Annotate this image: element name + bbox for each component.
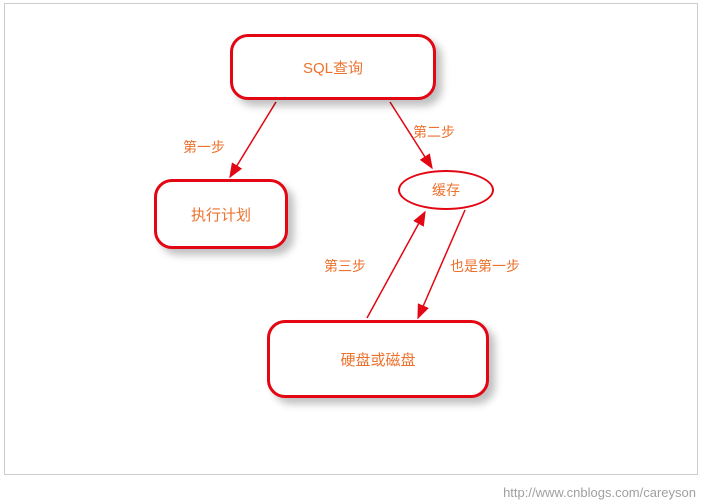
node-cache: 缓存: [398, 170, 494, 210]
edge-label-step2: 第二步: [413, 122, 455, 142]
node-label: 执行计划: [191, 204, 251, 225]
node-exec-plan: 执行计划: [154, 179, 288, 249]
watermark-url: http://www.cnblogs.com/careyson: [503, 485, 696, 500]
edge-label-step3: 第三步: [324, 256, 366, 276]
edge-label-step1: 第一步: [183, 137, 225, 157]
node-label: 缓存: [432, 180, 460, 200]
node-label: SQL查询: [303, 57, 363, 78]
diagram-frame: SQL查询 执行计划 缓存 硬盘或磁盘 第一步 第二步 第三步 也是第一步: [4, 3, 698, 475]
edge-disk-to-cache: [367, 212, 425, 318]
node-disk: 硬盘或磁盘: [267, 320, 489, 398]
edge-sql-to-plan: [230, 102, 276, 177]
edge-label-also-step1: 也是第一步: [450, 256, 520, 276]
node-label: 硬盘或磁盘: [340, 349, 415, 370]
node-sql-query: SQL查询: [230, 34, 436, 100]
